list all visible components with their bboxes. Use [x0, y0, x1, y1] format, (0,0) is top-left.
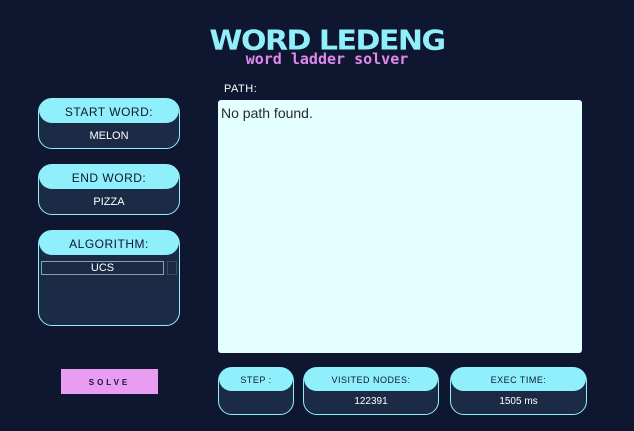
end-word-label: END WORD:: [39, 165, 179, 189]
start-word-label: START WORD:: [39, 99, 179, 123]
start-word-input[interactable]: MELON: [39, 123, 179, 149]
algorithm-select[interactable]: UCS: [41, 261, 177, 275]
app-subtitle: word ladder solver: [245, 50, 409, 68]
step-card: STEP :: [218, 367, 294, 415]
visited-nodes-value: 122391: [354, 396, 388, 407]
step-label: STEP :: [219, 368, 293, 391]
chevron-down-icon[interactable]: [167, 261, 177, 275]
exec-time-value: 1505 ms: [499, 396, 538, 407]
start-word-card: START WORD: MELON: [38, 98, 180, 149]
algorithm-select-value[interactable]: UCS: [41, 261, 164, 275]
path-text: No path found.: [221, 105, 313, 121]
path-output: No path found.: [218, 100, 582, 353]
visited-nodes-card: VISITED NODES: 122391: [303, 367, 439, 415]
solve-button[interactable]: SOLVE: [61, 369, 158, 394]
end-word-input[interactable]: PIZZA: [39, 189, 179, 215]
algorithm-card: ALGORITHM: UCS: [38, 230, 180, 326]
visited-nodes-label: VISITED NODES:: [304, 368, 438, 391]
exec-time-card: EXEC TIME: 1505 ms: [450, 367, 587, 415]
path-label: PATH:: [224, 83, 258, 95]
end-word-card: END WORD: PIZZA: [38, 164, 180, 215]
exec-time-label: EXEC TIME:: [451, 368, 586, 391]
algorithm-label: ALGORITHM:: [39, 231, 179, 255]
